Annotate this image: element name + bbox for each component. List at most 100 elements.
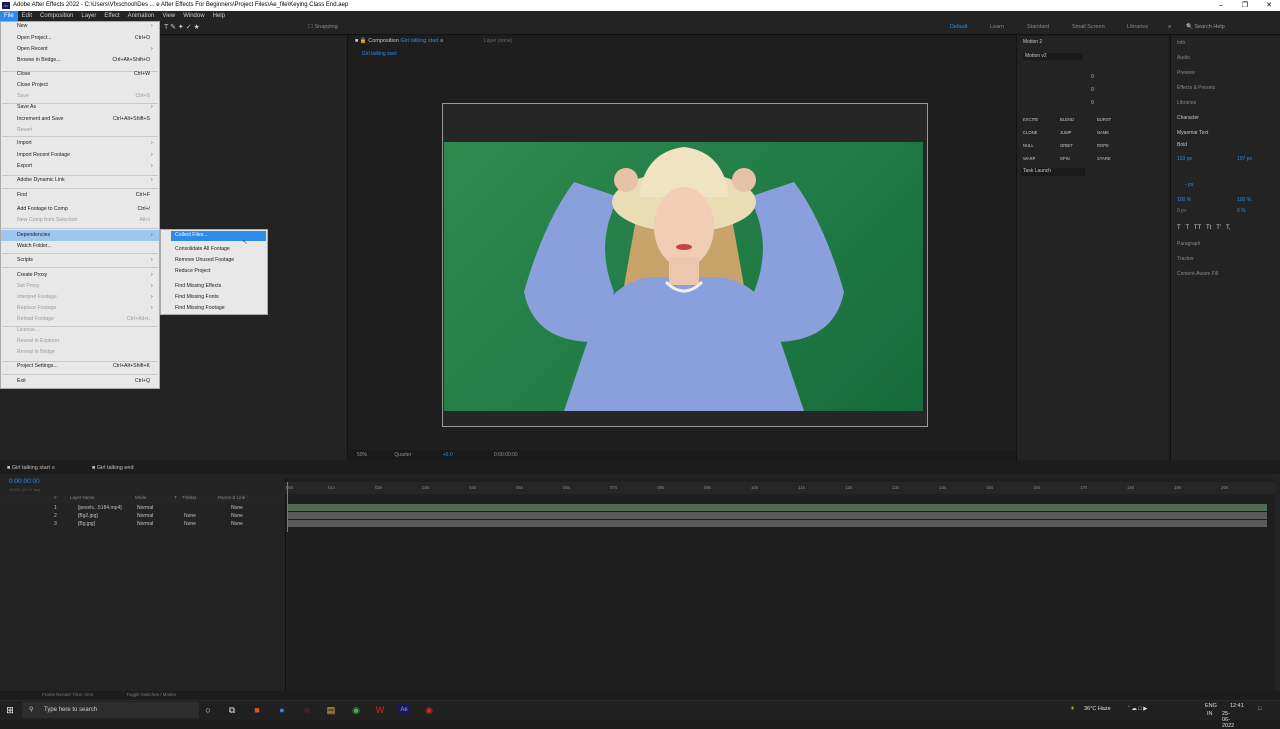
edge-icon[interactable]: ● [276,704,288,716]
baseline-shift-value[interactable]: 0 px [1177,208,1186,214]
consolidate-footage-item[interactable]: Consolidate All Footage [175,246,230,252]
composition-breadcrumb[interactable]: Girl talking start [362,51,397,57]
menu-window[interactable]: Window [179,11,208,21]
zoom-select[interactable]: 50% [357,452,367,458]
tool-icons[interactable]: T ✎ ✦ ✓ ★ [164,23,200,31]
file-menu-item-create-proxy[interactable]: Create Proxy › [0,272,160,282]
motion-spin-button[interactable]: SPIN [1060,152,1097,165]
snapping-toggle[interactable]: ☐ Snapping [308,24,338,30]
tracker-panel-tab[interactable]: Tracker [1177,256,1194,262]
file-menu-item-scripts[interactable]: Scripts › [0,257,160,267]
motion-burst-button[interactable]: BURST [1097,113,1134,126]
font-size-value[interactable]: 193 px [1177,156,1192,162]
file-menu-item-add-footage-to-comp[interactable]: Add Footage to Comp Ctrl+/ [0,206,160,216]
layer-parent-select[interactable]: None [231,520,243,528]
menu-effect[interactable]: Effect [100,11,123,21]
tsume-value[interactable]: 0 % [1237,208,1246,214]
paragraph-panel-tab[interactable]: Paragraph [1177,241,1200,247]
workspace-learn[interactable]: Learn [990,24,1004,30]
layer-row-1[interactable]: 1 [pexels...5184.mp4] Normal None [0,504,284,512]
character-panel-title[interactable]: Character [1177,115,1199,121]
file-menu-item-export[interactable]: Export › [0,163,160,173]
chrome-icon[interactable]: ◉ [350,704,362,716]
after-effects-icon[interactable]: Ae [398,704,410,716]
workspace-standard[interactable]: Standard [1027,24,1049,30]
file-menu-item-watch-folder[interactable]: Watch Folder... [0,243,160,253]
find-missing-footage-item[interactable]: Find Missing Footage [175,305,225,311]
task-view-icon[interactable]: ⧉ [226,704,238,716]
motion-excite-button[interactable]: EXCITE [1023,113,1060,126]
notifications-icon[interactable]: □ [1258,706,1261,712]
file-menu-item-new[interactable]: New › [0,23,160,33]
motion-warp-button[interactable]: WARP [1023,152,1060,165]
remove-unused-footage-item[interactable]: Remove Unused Footage [175,257,234,263]
motion-jump-button[interactable]: JUMP [1060,126,1097,139]
horizontal-scale-value[interactable]: 100 % [1237,197,1251,203]
current-time-display[interactable]: 0:00:00:00 [494,452,518,458]
file-menu-item-dependencies[interactable]: Dependencies › [0,232,160,242]
search-help-input[interactable]: 🔍 Search Help [1186,24,1225,30]
file-menu-item-import-recent-footage[interactable]: Import Recent Footage › [0,152,160,162]
layer-mode-select[interactable]: Normal [137,520,153,528]
motion-value-1[interactable]: 0 [1091,74,1094,80]
layer-row-2[interactable]: 2 [Bg2.jpg] Normal None None [0,512,284,520]
app-icon-1[interactable]: ■ [251,704,263,716]
font-style-select[interactable]: Bold [1177,142,1187,148]
layer-tab[interactable]: Layer (none) [484,38,512,44]
layer-parent-select[interactable]: None [231,504,243,512]
layer-trkmat-select[interactable]: None [184,512,196,520]
layer-mode-select[interactable]: Normal [137,504,153,512]
motion-rope-button[interactable]: ROPE [1097,139,1134,152]
language-indicator[interactable]: ENG [1205,703,1217,709]
exposure-value[interactable]: +0.0 [443,452,453,458]
windows-start-icon[interactable]: ⊞ [4,704,16,716]
file-explorer-icon[interactable]: ▤ [325,704,337,716]
file-menu-item-save-as[interactable]: Save As › [0,104,160,114]
layer-row-3[interactable]: 3 [Bg.jpg] Normal None None [0,520,284,528]
taskbar-search-input[interactable]: ⚲ Type here to search [22,702,199,718]
tab-girl-talking-end[interactable]: ■ Girl talking end [92,465,134,471]
leading-value[interactable]: 197 px [1237,156,1252,162]
find-missing-fonts-item[interactable]: Find Missing Fonts [175,294,219,300]
motion-clone-button[interactable]: CLONE [1023,126,1060,139]
vertical-scale-value[interactable]: 100 % [1177,197,1191,203]
file-menu-item-find[interactable]: Find Ctrl+F [0,192,160,202]
libraries-panel-tab[interactable]: Libraries [1177,100,1196,106]
preview-panel-tab[interactable]: Preview [1177,70,1195,76]
opera-icon[interactable]: ○ [301,704,313,716]
workspace-libraries[interactable]: Libraries [1127,24,1148,30]
layer-parent-select[interactable]: None [231,512,243,520]
tray-icons[interactable]: ˆ ☁ □ ▶ [1128,706,1147,712]
file-menu-item-increment-and-save[interactable]: Increment and Save Ctrl+Alt+Shift+S [0,116,160,126]
file-menu-item-open-project[interactable]: Open Project... Ctrl+O [0,35,160,45]
layer-bar-3[interactable] [287,520,1267,527]
file-menu-item-open-recent[interactable]: Open Recent › [0,46,160,56]
audio-panel-tab[interactable]: Audio [1177,55,1190,61]
resolution-select[interactable]: Quarter [394,452,411,458]
motion-orbit-button[interactable]: ORBIT [1060,139,1097,152]
file-menu-item-adobe-dynamic-link[interactable]: Adobe Dynamic Link › [0,177,160,187]
font-family-select[interactable]: Myanmar Text [1177,130,1208,136]
timeline-timecode[interactable]: 0:00:00:00 [9,478,40,485]
content-aware-fill-panel-tab[interactable]: Content-Aware Fill [1177,271,1218,277]
footage-preview[interactable] [444,142,923,411]
workspace-overflow-icon[interactable]: » [1168,24,1171,30]
composition-tab[interactable]: ■ 🔒 Composition Girl talking start ≡ [355,38,443,44]
menu-composition[interactable]: Composition [36,11,77,21]
menu-animation[interactable]: Animation [124,11,159,21]
file-menu-item-exit[interactable]: Exit Ctrl+Q [0,378,160,388]
toggle-switches-modes[interactable]: Toggle Switches / Modes [126,692,176,697]
motion-null-button[interactable]: NULL [1023,139,1060,152]
file-menu-item-close-project[interactable]: Close Project [0,82,160,92]
info-panel-tab[interactable]: Info [1177,40,1185,46]
close-button[interactable]: ✕ [1258,0,1280,11]
motion-value-2[interactable]: 0 [1091,87,1094,93]
layer-trkmat-select[interactable]: None [184,520,196,528]
effects-presets-panel-tab[interactable]: Effects & Presets [1177,85,1215,91]
app-icon-2[interactable]: ◉ [423,704,435,716]
motion-blend-button[interactable]: BLEND [1060,113,1097,126]
menu-help[interactable]: Help [209,11,229,21]
cortana-icon[interactable]: ○ [202,704,214,716]
maximize-button[interactable]: ❐ [1234,0,1256,11]
file-menu-item-project-settings[interactable]: Project Settings... Ctrl+Alt+Shift+K [0,363,160,373]
